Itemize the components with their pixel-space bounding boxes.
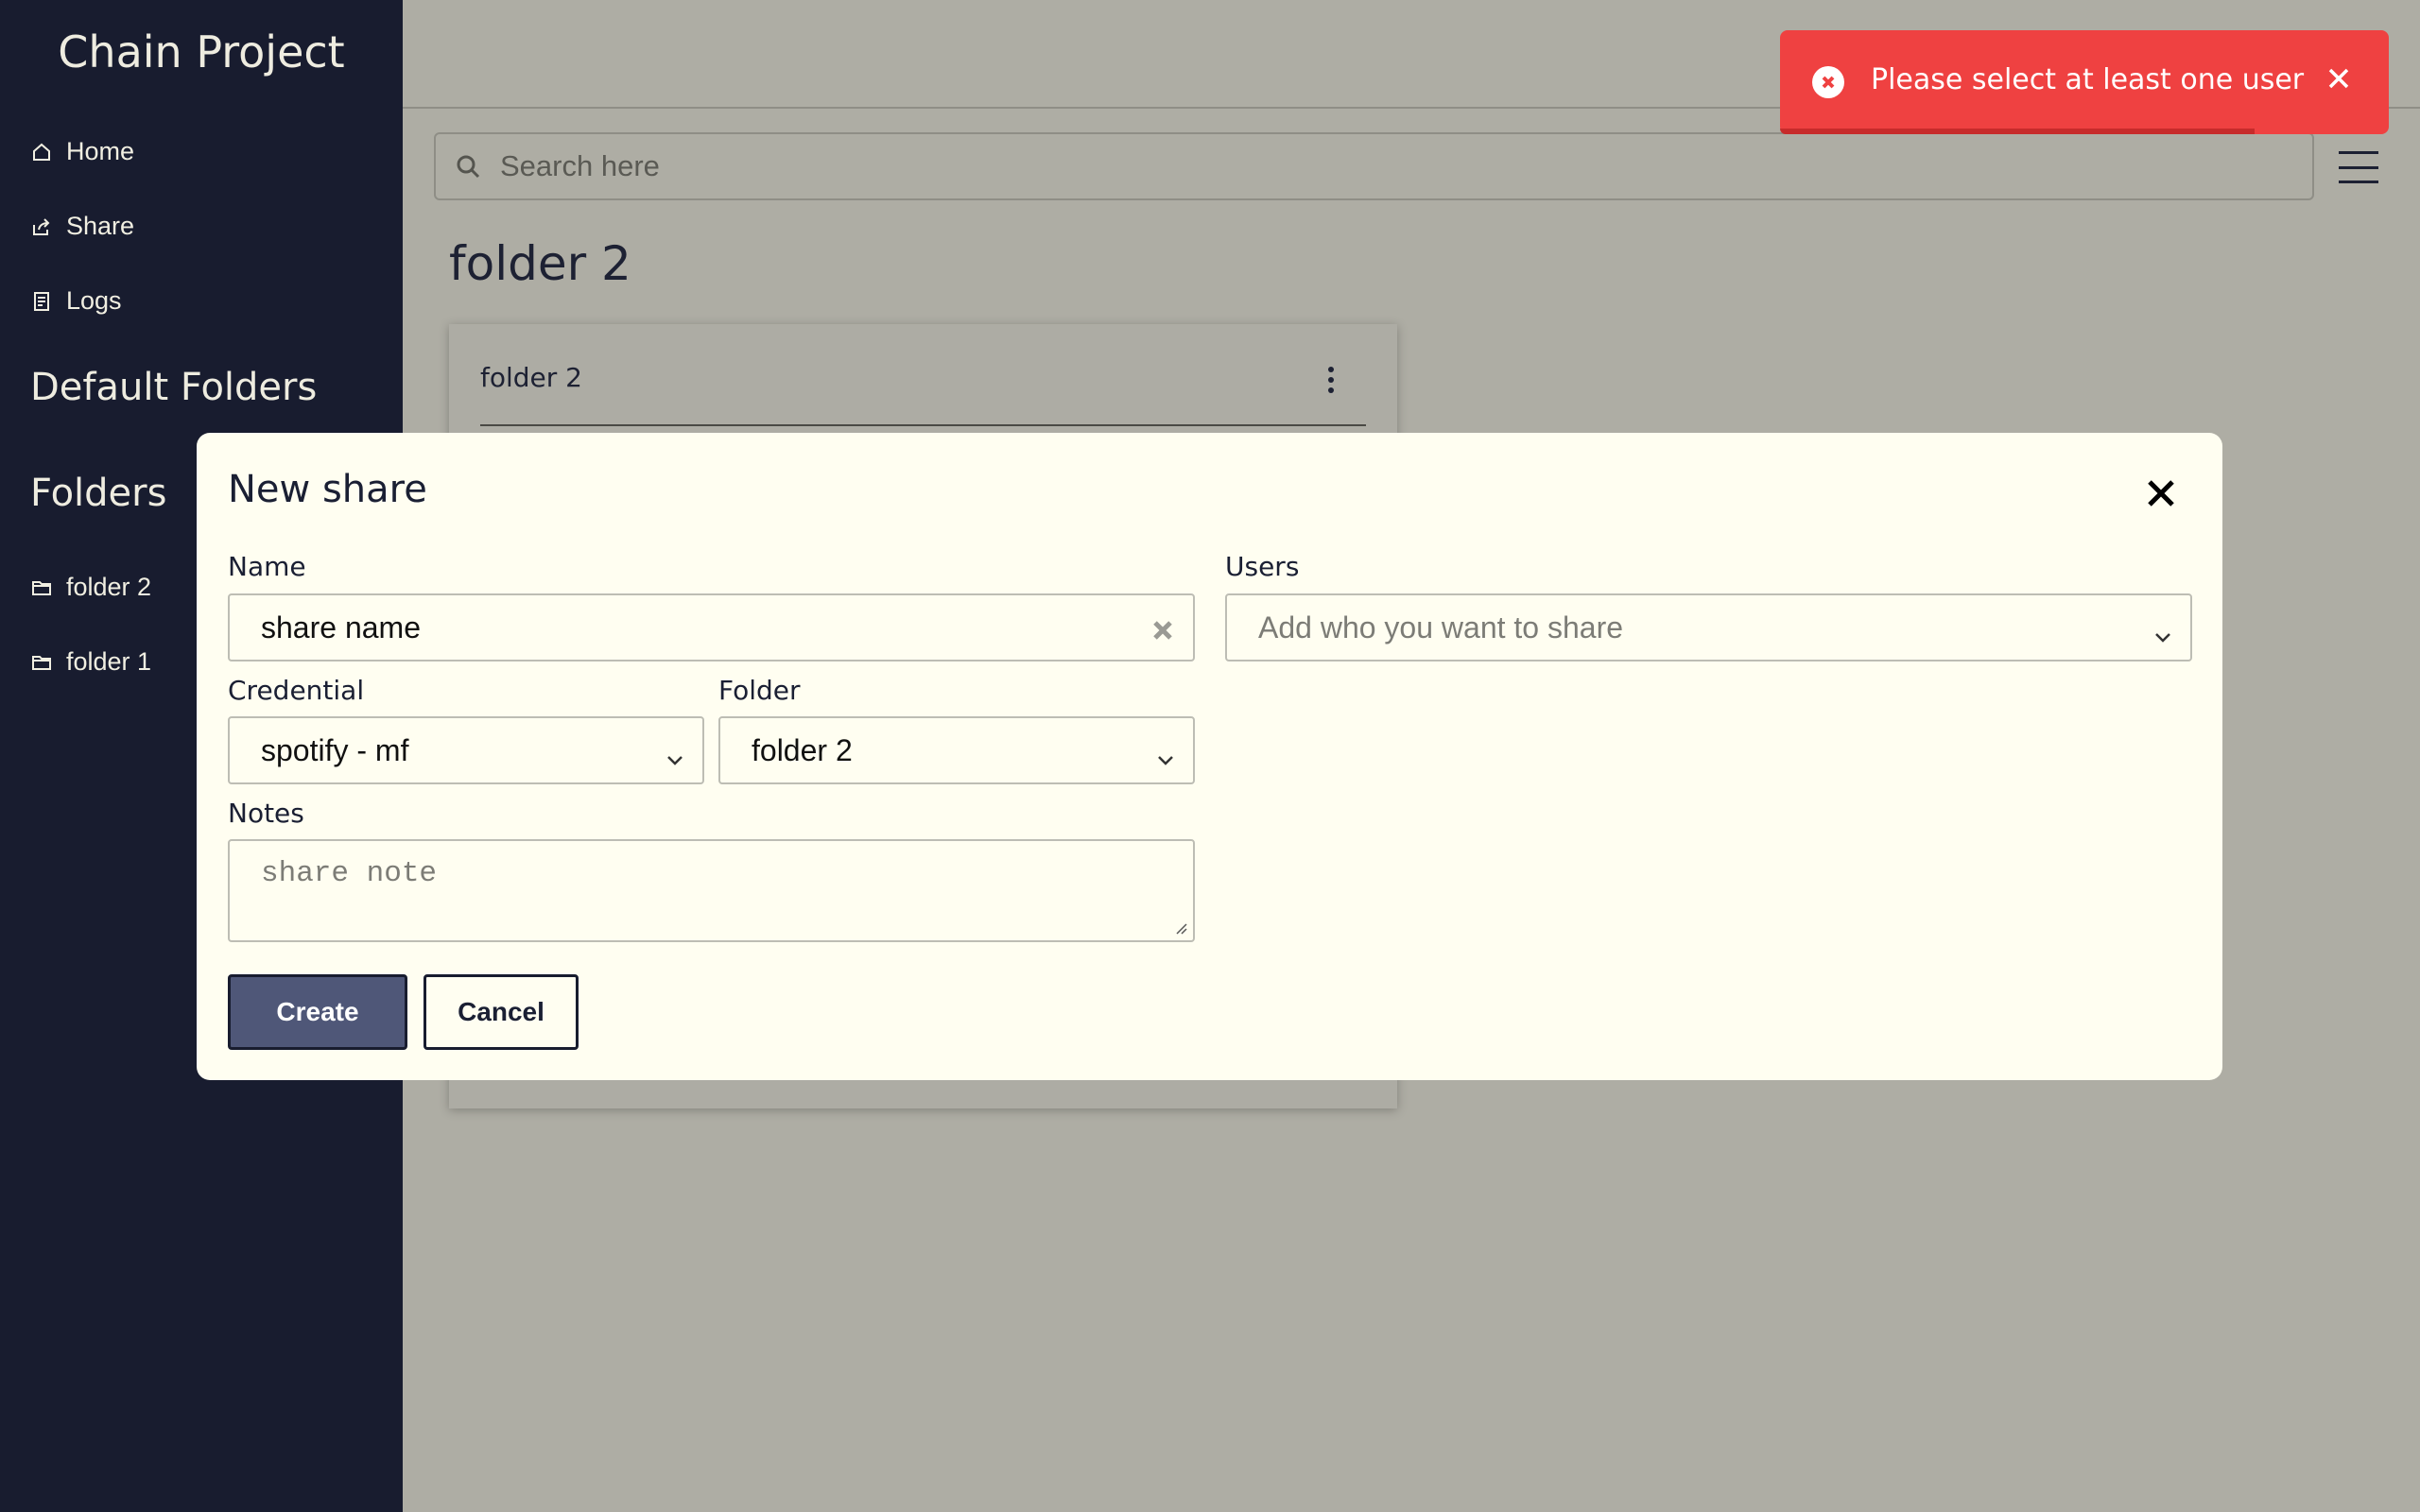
toast-progress-bar bbox=[1780, 129, 2256, 134]
search-icon bbox=[457, 155, 480, 179]
new-share-modal: New share Name share name Users Add who … bbox=[197, 433, 2222, 1080]
more-options-icon[interactable] bbox=[1328, 367, 1336, 393]
credential-value: spotify - mf bbox=[261, 732, 409, 767]
users-select[interactable]: Add who you want to share bbox=[1225, 593, 2192, 662]
sidebar-item-label: Home bbox=[66, 137, 135, 165]
sidebar-item-folder-1[interactable]: folder 1 bbox=[30, 647, 151, 677]
folder-value: folder 2 bbox=[752, 732, 853, 767]
toast-message: Please select at least one user bbox=[1871, 63, 2305, 96]
folder-icon bbox=[32, 655, 51, 670]
folder-select[interactable]: folder 2 bbox=[718, 716, 1195, 784]
menu-icon[interactable] bbox=[2339, 151, 2378, 183]
sidebar-item-label: folder 2 bbox=[66, 573, 152, 601]
logs-icon bbox=[34, 291, 49, 311]
notes-label: Notes bbox=[228, 798, 304, 829]
close-icon[interactable] bbox=[2142, 474, 2180, 512]
notes-placeholder: share note bbox=[261, 857, 438, 890]
search-input[interactable] bbox=[500, 149, 2202, 183]
folder-icon bbox=[32, 580, 51, 595]
users-placeholder: Add who you want to share bbox=[1258, 610, 1624, 644]
app-title: Chain Project bbox=[58, 26, 345, 77]
credential-label: Credential bbox=[228, 675, 365, 706]
error-icon bbox=[1812, 66, 1844, 98]
share-icon bbox=[33, 217, 50, 235]
close-icon[interactable] bbox=[2326, 66, 2351, 91]
modal-title: New share bbox=[228, 468, 427, 511]
folders-heading: Folders bbox=[30, 472, 167, 515]
users-label: Users bbox=[1225, 551, 1300, 582]
divider bbox=[480, 424, 1366, 426]
name-label: Name bbox=[228, 551, 306, 582]
sidebar-item-home[interactable]: Home bbox=[30, 137, 134, 166]
folder-label: Folder bbox=[718, 675, 801, 706]
notes-textarea[interactable]: share note bbox=[228, 839, 1195, 942]
credential-select[interactable]: spotify - mf bbox=[228, 716, 704, 784]
name-value: share name bbox=[261, 610, 421, 644]
resize-handle-icon[interactable] bbox=[1172, 919, 1187, 935]
sidebar-item-label: Share bbox=[66, 212, 135, 240]
sidebar-item-label: Logs bbox=[66, 286, 122, 315]
chevron-down-icon bbox=[2152, 620, 2173, 643]
create-button[interactable]: Create bbox=[228, 974, 407, 1050]
clear-icon[interactable] bbox=[1150, 616, 1176, 643]
error-toast: Please select at least one user bbox=[1780, 30, 2389, 134]
sidebar-item-share[interactable]: Share bbox=[30, 212, 134, 241]
name-field[interactable]: share name bbox=[228, 593, 1195, 662]
sidebar-item-label: folder 1 bbox=[66, 647, 152, 676]
sidebar-item-logs[interactable]: Logs bbox=[30, 286, 122, 316]
default-folders-heading: Default Folders bbox=[30, 366, 318, 409]
home-icon bbox=[33, 143, 50, 161]
card-title: folder 2 bbox=[480, 362, 582, 393]
search-bar[interactable] bbox=[434, 132, 2314, 200]
chevron-down-icon bbox=[665, 743, 685, 765]
page-title: folder 2 bbox=[449, 236, 631, 291]
sidebar-item-folder-2[interactable]: folder 2 bbox=[30, 573, 151, 602]
cancel-button[interactable]: Cancel bbox=[424, 974, 579, 1050]
chevron-down-icon bbox=[1155, 743, 1176, 765]
